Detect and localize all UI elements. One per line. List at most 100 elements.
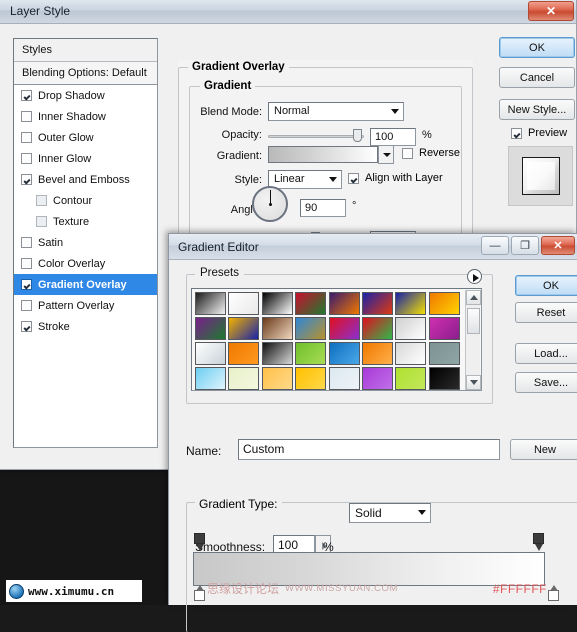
gradient-type-select[interactable]: Solid [349, 503, 431, 523]
gradient-preset-swatch[interactable] [261, 342, 293, 365]
blend-mode-select[interactable]: Normal [268, 102, 404, 121]
angle-input[interactable]: 90 [300, 199, 346, 217]
style-checkbox[interactable] [21, 321, 32, 332]
sidebar-item-inner-shadow[interactable]: Inner Shadow [14, 106, 157, 127]
sidebar-item-gradient-overlay[interactable]: Gradient Overlay [14, 274, 157, 295]
gradient-preset-swatch[interactable] [195, 367, 226, 390]
sidebar-item-texture[interactable]: Texture [14, 211, 157, 232]
gradient-dropdown-button[interactable] [378, 145, 394, 164]
color-stop-right[interactable] [547, 585, 560, 602]
opacity-stop-right[interactable] [532, 533, 545, 552]
presets-menu-icon[interactable] [467, 269, 482, 284]
gradient-preset-swatch[interactable] [328, 317, 360, 340]
gradient-preset-swatch[interactable] [361, 342, 393, 365]
gradient-editor-titlebar[interactable]: Gradient Editor — ❐ ✕ [169, 234, 577, 260]
gradient-preset-swatch[interactable] [395, 317, 427, 340]
gradient-preset-swatch[interactable] [195, 342, 226, 365]
ge-ok-button[interactable]: OK [515, 275, 577, 296]
opacity-slider-track[interactable] [268, 135, 364, 138]
close-icon[interactable]: ✕ [541, 236, 575, 255]
style-checkbox[interactable] [21, 132, 32, 143]
gradient-preset-swatch[interactable] [428, 317, 460, 340]
scroll-down-button[interactable] [466, 375, 481, 390]
sidebar-item-inner-glow[interactable]: Inner Glow [14, 148, 157, 169]
layer-style-titlebar[interactable]: Layer Style ✕ [0, 0, 576, 24]
style-checkbox[interactable] [21, 153, 32, 164]
gradient-preset-swatch[interactable] [295, 342, 327, 365]
style-checkbox[interactable] [21, 279, 32, 290]
gradient-preset-swatch[interactable] [395, 292, 427, 315]
reverse-checkbox[interactable]: Reverse [402, 147, 460, 159]
gradient-preset-swatch[interactable] [261, 367, 293, 390]
gradient-preset-swatch[interactable] [428, 292, 460, 315]
style-checkbox[interactable] [21, 300, 32, 311]
color-stop-left[interactable] [193, 585, 206, 602]
gradient-preset-swatch[interactable] [195, 317, 226, 340]
gradient-preset-swatch[interactable] [361, 292, 393, 315]
gradient-preset-swatch[interactable] [395, 367, 427, 390]
close-icon[interactable]: ✕ [528, 1, 574, 21]
gradient-preset-swatch[interactable] [361, 317, 393, 340]
gradient-preset-swatch[interactable] [428, 342, 460, 365]
styles-list-header: Styles [14, 39, 157, 62]
sidebar-item-pattern-overlay[interactable]: Pattern Overlay [14, 295, 157, 316]
presets-label: Presets [195, 267, 244, 279]
gradient-preset-swatch[interactable] [295, 317, 327, 340]
maximize-icon[interactable]: ❐ [511, 236, 539, 255]
gradient-preset-swatch[interactable] [295, 367, 327, 390]
style-select[interactable]: Linear [268, 170, 342, 189]
new-gradient-button[interactable]: New [510, 439, 577, 460]
name-input[interactable]: Custom [238, 439, 500, 460]
opacity-slider-knob[interactable] [353, 129, 362, 142]
cancel-button[interactable]: Cancel [499, 67, 575, 88]
new-style-button[interactable]: New Style... [499, 99, 575, 120]
gradient-preset-swatch[interactable] [195, 292, 226, 315]
sidebar-item-blending-options[interactable]: Blending Options: Default [14, 62, 157, 85]
scrollbar-thumb[interactable] [467, 308, 480, 334]
style-checkbox[interactable] [21, 258, 32, 269]
ge-load-button[interactable]: Load... [515, 343, 577, 364]
sidebar-item-contour[interactable]: Contour [14, 190, 157, 211]
sidebar-item-outer-glow[interactable]: Outer Glow [14, 127, 157, 148]
sidebar-item-satin[interactable]: Satin [14, 232, 157, 253]
gradient-preset-swatch[interactable] [228, 342, 260, 365]
opacity-stop-left[interactable] [193, 533, 206, 552]
gradient-preset-swatch[interactable] [228, 292, 260, 315]
scroll-up-button[interactable] [466, 290, 481, 305]
gradient-preset-swatch[interactable] [428, 367, 460, 390]
sidebar-item-color-overlay[interactable]: Color Overlay [14, 253, 157, 274]
gradient-preset-swatch[interactable] [261, 317, 293, 340]
minimize-icon[interactable]: — [481, 236, 509, 255]
gradient-preview-bar[interactable] [268, 146, 378, 163]
presets-scrollbar[interactable] [465, 290, 481, 390]
ge-reset-button[interactable]: Reset [515, 302, 577, 323]
gradient-preset-swatch[interactable] [261, 292, 293, 315]
style-checkbox[interactable] [21, 90, 32, 101]
opacity-unit: % [422, 129, 432, 141]
gradient-preset-swatch[interactable] [228, 367, 260, 390]
style-checkbox[interactable] [21, 111, 32, 122]
gradient-preset-swatch[interactable] [328, 367, 360, 390]
angle-dial[interactable] [252, 186, 288, 222]
align-with-layer-checkbox[interactable]: Align with Layer [348, 172, 443, 184]
style-checkbox[interactable] [21, 237, 32, 248]
opacity-stop-right-body [533, 533, 544, 544]
gradient-preset-swatch[interactable] [295, 292, 327, 315]
sidebar-item-stroke[interactable]: Stroke [14, 316, 157, 337]
style-checkbox[interactable] [36, 216, 47, 227]
opacity-input[interactable]: 100 [370, 128, 416, 146]
preview-checkbox[interactable]: Preview [511, 127, 567, 139]
opacity-stop-left-tip [195, 544, 204, 551]
gradient-preset-swatch[interactable] [228, 317, 260, 340]
gradient-preset-swatch[interactable] [328, 292, 360, 315]
gradient-preset-swatch[interactable] [361, 367, 393, 390]
ok-button[interactable]: OK [499, 37, 575, 58]
style-checkbox[interactable] [36, 195, 47, 206]
ge-save-button[interactable]: Save... [515, 372, 577, 393]
style-checkbox[interactable] [21, 174, 32, 185]
preview-checkbox-box [511, 127, 522, 139]
sidebar-item-drop-shadow[interactable]: Drop Shadow [14, 85, 157, 106]
gradient-preset-swatch[interactable] [395, 342, 427, 365]
sidebar-item-bevel-and-emboss[interactable]: Bevel and Emboss [14, 169, 157, 190]
gradient-preset-swatch[interactable] [328, 342, 360, 365]
